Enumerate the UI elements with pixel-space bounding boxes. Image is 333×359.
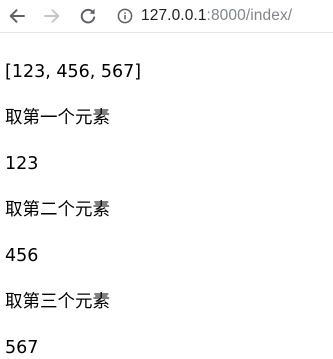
second-element-value: 456	[5, 246, 39, 266]
back-button[interactable]	[5, 4, 29, 28]
url-host: 127.0.0.1	[141, 7, 207, 24]
address-bar[interactable]: 127.0.0.1:8000/index/	[112, 3, 333, 29]
reload-button[interactable]	[76, 4, 100, 28]
arrow-right-icon	[44, 9, 60, 23]
info-icon[interactable]	[116, 7, 134, 25]
arrow-left-icon	[9, 9, 25, 23]
url-text[interactable]: 127.0.0.1:8000/index/	[141, 7, 292, 25]
url-path: :8000/index/	[206, 7, 293, 24]
first-element-value: 123	[5, 154, 39, 174]
reload-icon	[80, 8, 96, 24]
forward-button[interactable]	[40, 4, 64, 28]
second-element-label: 取第二个元素	[5, 200, 110, 220]
list-output: [123, 456, 567]	[5, 62, 142, 82]
first-element-label: 取第一个元素	[5, 108, 110, 128]
browser-toolbar: 127.0.0.1:8000/index/	[0, 0, 333, 33]
third-element-label: 取第三个元素	[5, 292, 110, 312]
